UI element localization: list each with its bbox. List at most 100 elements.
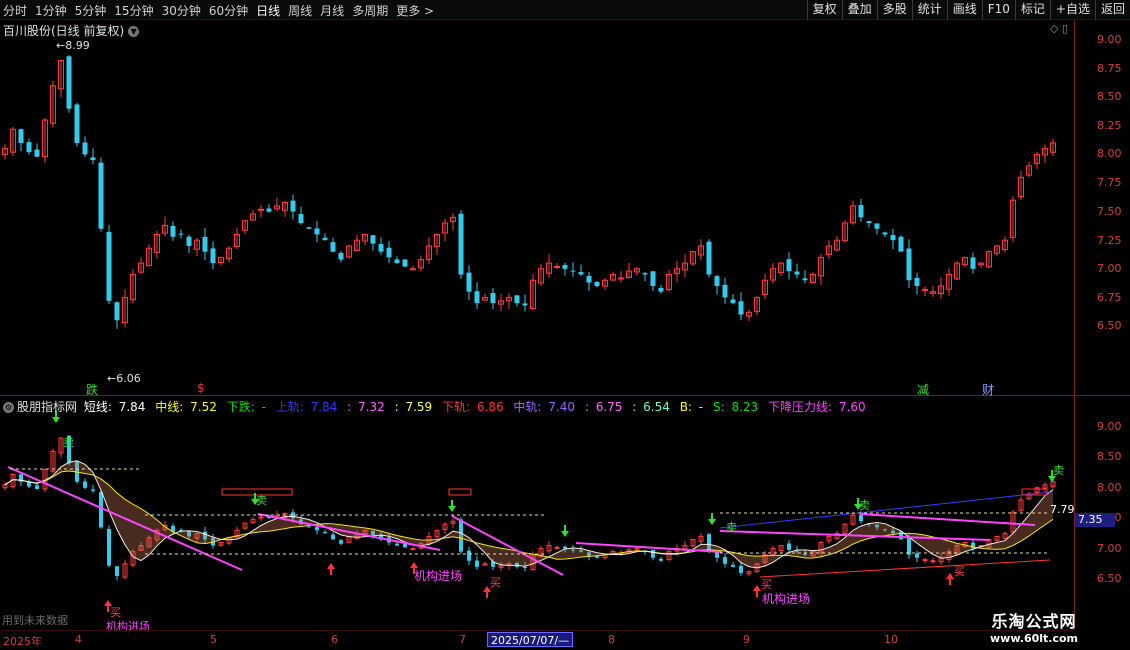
high-price-label: ←8.99 xyxy=(56,39,90,52)
gear-icon[interactable]: ⚙ xyxy=(3,402,14,413)
event-marker[interactable]: 减 xyxy=(917,381,929,398)
candle-body xyxy=(738,301,744,315)
candle-body xyxy=(466,272,472,292)
candle-body xyxy=(115,566,119,576)
pressure-line xyxy=(7,466,243,571)
candle-body xyxy=(339,540,343,544)
buy-label: 买 xyxy=(110,606,121,619)
candle-body xyxy=(170,225,176,237)
sell-label: 卖 xyxy=(63,436,74,449)
candle-body xyxy=(210,248,216,264)
buy-label: 买 xyxy=(761,578,772,591)
month-label: 5 xyxy=(210,633,217,646)
candle-body xyxy=(178,233,184,235)
candle-body xyxy=(458,213,464,275)
candle-body xyxy=(331,534,335,540)
candle-body xyxy=(794,271,800,275)
candle-body xyxy=(410,548,416,551)
candle-body xyxy=(34,149,40,157)
candle-body xyxy=(18,129,24,143)
candle-body xyxy=(298,214,304,224)
indicator-value: B: - xyxy=(679,400,704,414)
candle-body xyxy=(882,232,888,235)
candle-body xyxy=(474,291,480,304)
candle-body xyxy=(554,546,560,549)
sell-arrow-icon xyxy=(448,500,456,512)
candle-body xyxy=(618,277,624,280)
kline-chart[interactable] xyxy=(0,0,1130,650)
right-value-label: 7.79 xyxy=(1050,503,1075,516)
candle-body xyxy=(35,485,39,490)
indicator-value: 下跌: - xyxy=(226,400,266,414)
low-price-label: ←6.06 xyxy=(107,372,141,385)
candle-body xyxy=(266,208,272,212)
watermark-url: www.60lt.com xyxy=(990,632,1079,645)
candle-body xyxy=(514,295,520,304)
candle-body xyxy=(83,481,87,488)
event-marker[interactable]: 跌 xyxy=(86,381,98,398)
candle-body xyxy=(290,200,296,212)
month-label: 4 xyxy=(75,633,82,646)
candle-body xyxy=(659,558,663,561)
price-tick: 9.00 xyxy=(1097,420,1122,433)
candle-body xyxy=(651,549,655,558)
candle-body xyxy=(107,529,111,566)
candle-body xyxy=(866,221,872,224)
price-tick: 7.00 xyxy=(1097,542,1122,555)
month-label: 2025年 xyxy=(3,635,42,648)
indicator-name[interactable]: 股朋指标网 xyxy=(17,400,77,414)
candle-body xyxy=(578,272,584,275)
indicator-value: 中轨: 7.40 xyxy=(513,400,576,414)
short-line xyxy=(4,460,1054,569)
candle-body xyxy=(99,492,103,528)
candle-body xyxy=(98,162,104,229)
indicator-value: 中线: 7.52 xyxy=(155,400,217,414)
candle-body xyxy=(915,553,919,558)
sell-arrow-icon xyxy=(708,513,716,525)
candle-body xyxy=(314,228,320,235)
candle-body xyxy=(731,564,735,567)
trend-ribbon xyxy=(5,460,1053,568)
candle-body xyxy=(258,208,264,211)
candle-body xyxy=(787,543,791,550)
indicator-value: S: 8.23 xyxy=(712,400,759,414)
indicator-price-axis: 9.00 8.50 8.00 7.50 7.00 6.50 xyxy=(1075,0,1130,630)
candle-body xyxy=(323,532,327,534)
candle-body xyxy=(394,259,400,264)
candle-body xyxy=(922,559,928,562)
date-cursor[interactable]: 2025/07/07/— xyxy=(487,632,574,647)
buy-arrow-icon xyxy=(753,585,761,597)
candle-body xyxy=(802,278,808,281)
candle-body xyxy=(475,560,479,567)
event-marker[interactable]: 财 xyxy=(982,381,994,398)
institution-entry-label: 机构进场 xyxy=(414,569,463,583)
candle-body xyxy=(26,142,32,153)
candle-body xyxy=(306,227,312,229)
indicator-value: : 7.59 xyxy=(394,400,433,414)
watermark-title: 乐淘公式网 xyxy=(991,612,1077,631)
candle-body xyxy=(650,271,656,286)
candle-body xyxy=(202,236,208,252)
candle-body xyxy=(66,56,72,109)
candle-body xyxy=(970,257,976,269)
indicator-value: : 6.54 xyxy=(632,400,670,414)
candle-body xyxy=(523,567,527,569)
sell-label: 卖 xyxy=(256,494,267,507)
watermark: 乐淘公式网 www.60lt.com xyxy=(990,608,1078,645)
price-tick: 6.50 xyxy=(1097,572,1122,585)
event-marker[interactable]: $ xyxy=(197,381,205,395)
candle-body xyxy=(90,157,96,161)
candle-body xyxy=(74,104,80,143)
indicator-value: 下降压力线: 7.60 xyxy=(768,400,866,414)
indicator-header: ⚙ 股朋指标网 短线: 7.84 中线: 7.52 下跌: - 上轨: 7.84 … xyxy=(3,398,872,415)
buy-label: 买 xyxy=(490,576,501,589)
time-axis: 2025年 4 5 6 7 8 9 10 2025/07/07/— xyxy=(0,630,1075,650)
lower-rail xyxy=(759,559,1051,578)
candle-body xyxy=(370,235,376,244)
sell-label: 卖 xyxy=(859,499,870,512)
candle-body xyxy=(490,293,496,304)
candle-body xyxy=(402,259,408,267)
candle-body xyxy=(570,270,576,272)
candle-body xyxy=(467,550,471,561)
indicator-value: 短线: 7.84 xyxy=(83,400,146,414)
